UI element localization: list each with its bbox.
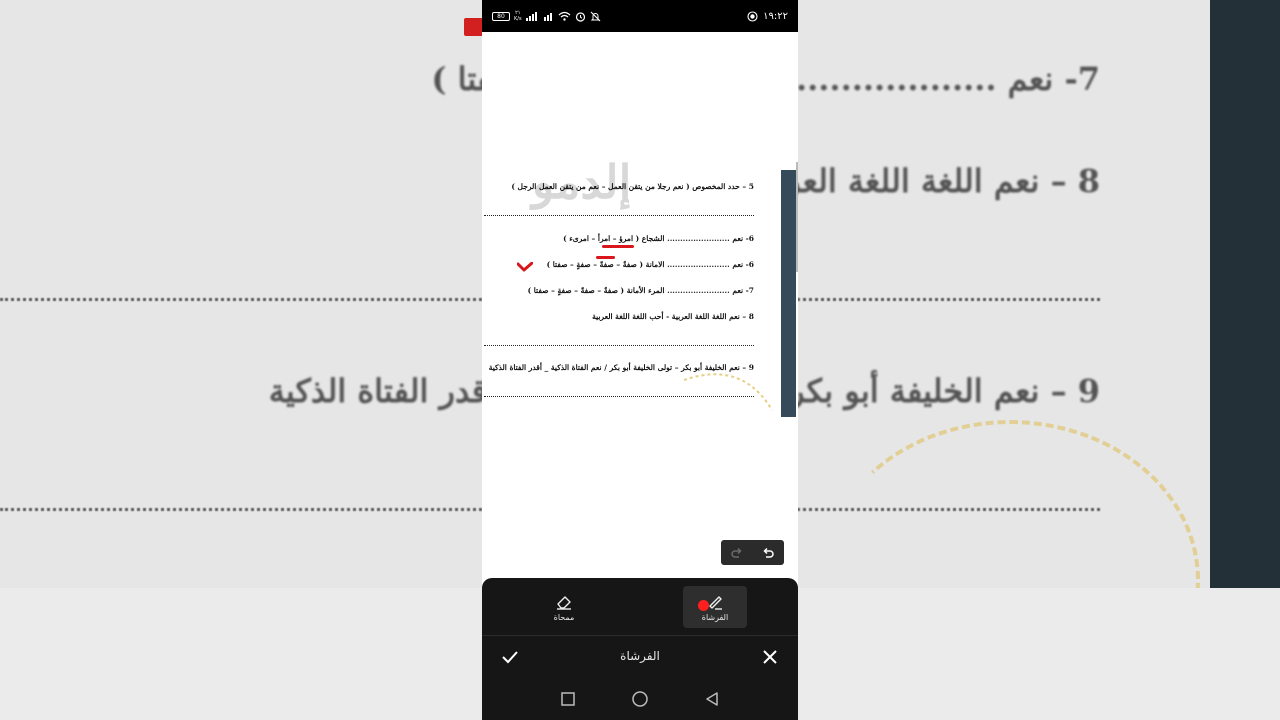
worksheet-line: 5 – حدد المخصوص ( نعم رجلا من يتقن العمل… — [511, 182, 754, 191]
worksheet-line: 8 – نعم اللغة اللغة العربية - أحب اللغة … — [592, 312, 754, 321]
brush-tool-label: الفرشاة — [701, 612, 729, 622]
recent-apps-button[interactable] — [557, 688, 579, 710]
dotted-line — [484, 396, 754, 397]
close-icon — [763, 650, 777, 664]
home-button[interactable] — [629, 688, 651, 710]
home-icon — [632, 691, 648, 707]
clock: ١٩:٢٢ — [763, 10, 788, 22]
back-icon — [706, 692, 718, 706]
eraser-tool-button[interactable]: ممحاة — [532, 586, 596, 628]
brush-icon — [709, 595, 722, 610]
check-icon — [502, 651, 518, 664]
signal-icon — [543, 11, 554, 21]
background-red-mark — [464, 18, 484, 36]
confirm-button[interactable] — [498, 645, 522, 669]
phone-screen: 80 ٢١ K/s ١٩:٢٢ إلدمو 5 – حدد المخصوص (… — [482, 0, 798, 720]
worksheet-line: 7- نعم ........................ المرء ال… — [527, 286, 754, 295]
scrollbar[interactable] — [796, 162, 798, 272]
tool-title: الفرشاة — [620, 649, 660, 663]
wifi-icon — [558, 11, 571, 21]
redo-icon — [731, 547, 742, 558]
data-speed: ٢١ K/s — [514, 10, 522, 22]
battery-level: 80 — [497, 12, 505, 20]
dotted-line — [484, 345, 754, 346]
red-underline-annotation — [602, 245, 634, 248]
tool-sheet: ممحاة الفرشاة الفرشاة — [482, 578, 798, 720]
back-button[interactable] — [701, 688, 723, 710]
background-dark-strip — [1210, 0, 1280, 588]
undo-redo-group — [721, 540, 784, 565]
drawing-canvas[interactable]: إلدمو 5 – حدد المخصوص ( نعم رجلا من يتقن… — [482, 32, 798, 578]
dashed-curve-decoration — [683, 373, 773, 411]
battery-icon: 80 — [492, 11, 510, 21]
undo-icon — [763, 547, 774, 558]
system-navigation-bar — [482, 678, 798, 720]
worksheet-line: 6- نعم ........................ الامانة … — [546, 260, 754, 269]
data-speed-unit: K/s — [514, 16, 522, 22]
worksheet-image: إلدمو 5 – حدد المخصوص ( نعم رجلا من يتقن… — [482, 155, 798, 417]
undo-button[interactable] — [755, 543, 781, 563]
redo-button[interactable] — [724, 543, 750, 563]
screen-record-icon — [747, 10, 758, 22]
eraser-tool-label: ممحاة — [553, 612, 575, 622]
action-bar: الفرشاة — [482, 636, 798, 678]
worksheet-line: 6- نعم ........................ الشجاع (… — [563, 234, 754, 243]
dotted-line — [484, 215, 754, 216]
worksheet-side-stripe — [781, 170, 796, 417]
signal-icon — [525, 11, 540, 21]
mute-icon — [590, 11, 601, 22]
brush-tool-button[interactable]: الفرشاة — [683, 586, 747, 628]
red-underline-annotation — [596, 256, 615, 259]
eraser-icon — [557, 595, 571, 610]
recent-apps-icon — [561, 692, 575, 706]
red-check-annotation — [517, 262, 533, 272]
screen: 7- نعم ........................ صفةٌ – ص… — [0, 0, 1280, 720]
tool-row: ممحاة الفرشاة — [482, 578, 798, 634]
alarm-icon — [575, 11, 586, 22]
status-bar: 80 ٢١ K/s ١٩:٢٢ — [482, 0, 798, 32]
brush-color-indicator — [698, 600, 709, 611]
close-button[interactable] — [758, 645, 782, 669]
